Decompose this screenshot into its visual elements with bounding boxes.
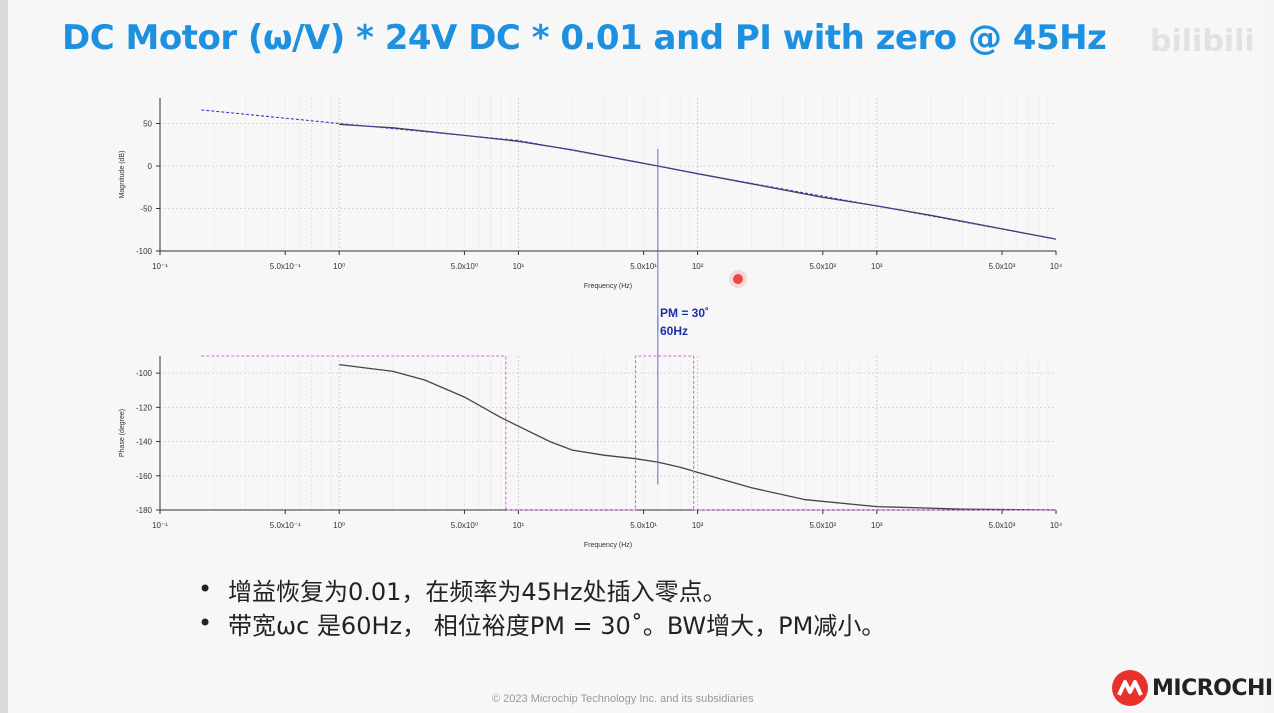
crossover-freq-label: 60Hz xyxy=(660,324,689,338)
phase-asymptote-dashed-line xyxy=(201,355,1056,511)
bullet-dot-icon: • xyxy=(198,609,213,637)
x-tick-label: 5.0x10⁰ xyxy=(451,262,478,271)
pm-annotation: PM = 30˚ 60Hz xyxy=(660,304,709,340)
x-tick-label: 10⁰ xyxy=(333,262,345,271)
x-tick-label: 10⁻¹ xyxy=(152,521,168,530)
x-tick-label: 10⁻¹ xyxy=(152,262,168,271)
asymptote-dashed-line xyxy=(201,109,1057,240)
response-curve xyxy=(339,123,1057,240)
x-tick-label: 5.0x10² xyxy=(809,262,836,271)
x-tick-label: 10⁰ xyxy=(333,521,345,530)
x-tick-label: 5.0x10³ xyxy=(989,262,1016,271)
microchip-logo-icon xyxy=(1112,670,1148,706)
microchip-logo: MICROCHIP xyxy=(1112,670,1274,706)
bullet-list: • 增益恢复为0.01，在频率为45Hz处插入零点。 • 带宽ωc 是60Hz，… xyxy=(198,572,885,640)
copyright-footer: © 2023 Microchip Technology Inc. and its… xyxy=(492,693,754,705)
y-tick-label: 50 xyxy=(143,120,152,129)
bullet-text: 增益恢复为0.01，在频率为45Hz处插入零点。 xyxy=(228,577,727,606)
x-tick-label: 5.0x10¹ xyxy=(630,262,657,271)
x-tick-label: 5.0x10¹ xyxy=(630,521,657,530)
y-tick-label: -180 xyxy=(136,506,153,515)
x-tick-label: 5.0x10³ xyxy=(989,521,1016,530)
y-tick-label: -120 xyxy=(136,403,153,412)
x-tick-label: 10² xyxy=(692,521,704,530)
y-tick-label: 0 xyxy=(148,162,153,171)
x-axis-label: Frequency (Hz) xyxy=(584,542,632,549)
x-axis-label: Frequency (Hz) xyxy=(584,283,632,290)
y-tick-label: -50 xyxy=(140,205,152,214)
pm-label: PM = 30˚ xyxy=(660,306,710,320)
y-tick-label: -140 xyxy=(136,438,153,447)
x-tick-label: 5.0x10⁰ xyxy=(451,521,478,530)
x-tick-label: 5.0x10⁻¹ xyxy=(270,521,301,530)
bullet-text: 带宽ωc 是60Hz， 相位裕度PM = 30˚。BW增大，PM减小。 xyxy=(228,611,886,640)
y-axis-label: Phase (degree) xyxy=(119,409,126,457)
x-tick-label: 10³ xyxy=(871,521,883,530)
y-tick-label: -100 xyxy=(136,369,153,378)
x-tick-label: 10² xyxy=(692,262,704,271)
x-tick-label: 10¹ xyxy=(513,521,525,530)
cursor-halo xyxy=(729,270,747,288)
x-tick-label: 10³ xyxy=(871,262,883,271)
bullet-item: • 带宽ωc 是60Hz， 相位裕度PM = 30˚。BW增大，PM减小。 xyxy=(198,606,885,640)
x-tick-label: 5.0x10⁻¹ xyxy=(270,262,301,271)
bullet-dot-icon: • xyxy=(198,575,213,603)
logo-wordmark: MICROCHIP xyxy=(1152,675,1274,701)
x-tick-label: 5.0x10² xyxy=(809,521,836,530)
y-axis-label: Magnitude (dB) xyxy=(119,151,126,199)
y-tick-label: -100 xyxy=(136,247,153,256)
x-tick-label: 10¹ xyxy=(513,262,525,271)
x-tick-label: 10⁴ xyxy=(1050,262,1063,271)
y-tick-label: -160 xyxy=(136,472,153,481)
x-tick-label: 10⁴ xyxy=(1050,521,1063,530)
bullet-item: • 增益恢复为0.01，在频率为45Hz处插入零点。 xyxy=(198,572,885,606)
